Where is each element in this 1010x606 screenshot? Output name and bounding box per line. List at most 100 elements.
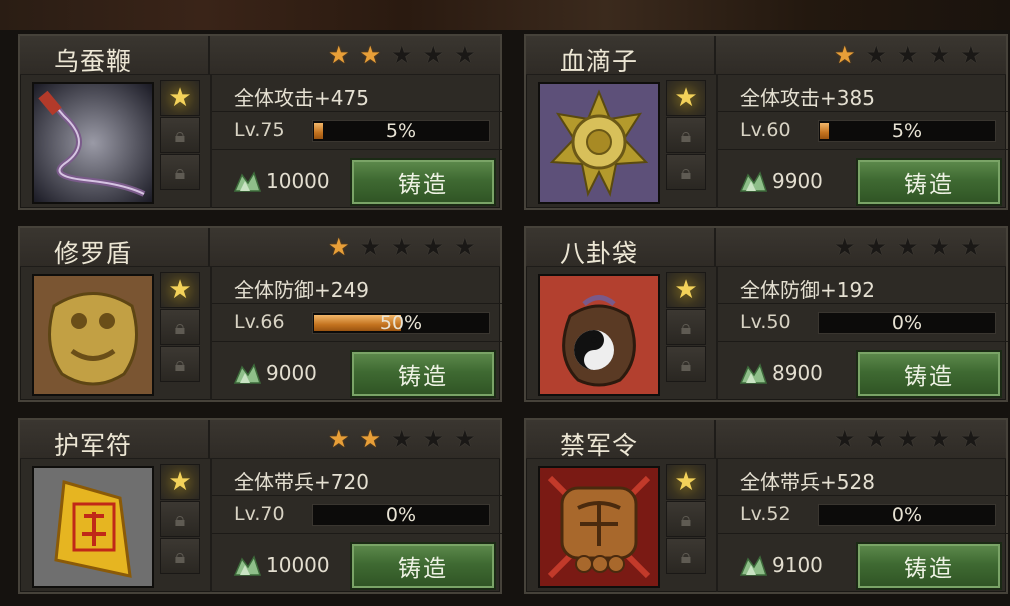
star-rating: ★ ★ ★ ★ ★ xyxy=(328,43,476,67)
progress-text: 50% xyxy=(379,312,423,334)
item-level: Lv.50 xyxy=(740,311,791,333)
lock-icon[interactable]: 🔒︎ xyxy=(160,346,200,382)
progress-bar: 0% xyxy=(818,504,996,526)
forge-cost: 10000 xyxy=(266,169,330,193)
star-icon: ★ xyxy=(960,41,982,69)
star-icon: ★ xyxy=(359,425,382,453)
star-icon: ★ xyxy=(454,425,476,453)
item-card: 修罗盾 ★ ★ ★ ★ ★ ★ 🔒︎ 🔒︎ 全体防御+249 Lv.66 50% xyxy=(18,226,502,402)
item-card: 护军符 ★ ★ ★ ★ ★ ★ 🔒︎ 🔒︎ 全体带兵+720 Lv.70 0% xyxy=(18,418,502,594)
item-info: 全体带兵+720 Lv.70 0% 10000 铸造 xyxy=(210,458,502,592)
star-icon: ★ xyxy=(897,233,919,261)
star-icon: ★ xyxy=(865,233,888,261)
gem-icon[interactable]: ★ xyxy=(160,80,200,116)
item-stat: 全体攻击+385 xyxy=(740,86,875,110)
gem-slots: ★ 🔒︎ 🔒︎ xyxy=(666,272,708,383)
forge-button[interactable]: 铸造 xyxy=(350,158,496,206)
lock-icon[interactable]: 🔒︎ xyxy=(160,154,200,190)
star-rating: ★ ★ ★ ★ ★ xyxy=(328,235,476,259)
star-icon: ★ xyxy=(960,233,982,261)
lock-icon[interactable]: 🔒︎ xyxy=(666,501,706,537)
item-stat: 全体带兵+720 xyxy=(234,470,369,494)
lock-icon[interactable]: 🔒︎ xyxy=(666,154,706,190)
star-icon: ★ xyxy=(454,41,476,69)
divider xyxy=(714,36,716,74)
divider xyxy=(718,495,1008,496)
star-rating: ★ ★ ★ ★ ★ xyxy=(834,427,982,451)
forge-button[interactable]: 铸造 xyxy=(350,350,496,398)
forge-cost: 9900 xyxy=(772,169,823,193)
star-icon: ★ xyxy=(391,41,413,69)
star-icon: ★ xyxy=(865,41,888,69)
item-image xyxy=(538,82,660,204)
item-level: Lv.66 xyxy=(234,311,285,333)
star-icon: ★ xyxy=(897,41,919,69)
forge-button[interactable]: 铸造 xyxy=(856,158,1002,206)
forge-cost: 9100 xyxy=(772,553,823,577)
lock-icon[interactable]: 🔒︎ xyxy=(666,117,706,153)
star-icon: ★ xyxy=(328,425,350,453)
lock-icon[interactable]: 🔒︎ xyxy=(160,538,200,574)
star-icon: ★ xyxy=(391,233,413,261)
item-card: 禁军令 ★ ★ ★ ★ ★ ★ 🔒︎ 🔒︎ 全体带兵+528 Lv.52 0% … xyxy=(524,418,1008,594)
star-rating: ★ ★ ★ ★ ★ xyxy=(834,235,982,259)
divider xyxy=(212,533,502,534)
item-stat: 全体防御+192 xyxy=(740,278,875,302)
gem-icon[interactable]: ★ xyxy=(666,464,706,500)
lock-icon[interactable]: 🔒︎ xyxy=(160,501,200,537)
divider xyxy=(208,420,210,458)
divider xyxy=(212,111,502,112)
star-icon: ★ xyxy=(359,233,382,261)
progress-bar: 5% xyxy=(312,120,490,142)
star-icon: ★ xyxy=(359,41,382,69)
item-stat: 全体防御+249 xyxy=(234,278,369,302)
forge-cost: 10000 xyxy=(266,553,330,577)
progress-text: 0% xyxy=(891,312,923,334)
progress-bar: 0% xyxy=(818,312,996,334)
lock-icon[interactable]: 🔒︎ xyxy=(160,117,200,153)
star-icon: ★ xyxy=(928,425,951,453)
item-level: Lv.70 xyxy=(234,503,285,525)
forge-cost: 9000 xyxy=(266,361,317,385)
forge-cost: 8900 xyxy=(772,361,823,385)
star-icon: ★ xyxy=(834,41,856,69)
gem-icon[interactable]: ★ xyxy=(666,80,706,116)
divider xyxy=(718,533,1008,534)
forge-button[interactable]: 铸造 xyxy=(350,542,496,590)
item-info: 全体攻击+385 Lv.60 5% 9900 铸造 xyxy=(716,74,1008,208)
gem-slots: ★ 🔒︎ 🔒︎ xyxy=(160,464,202,575)
star-icon: ★ xyxy=(897,425,919,453)
star-icon: ★ xyxy=(834,233,856,261)
progress-text: 5% xyxy=(385,120,417,142)
divider xyxy=(212,341,502,342)
star-icon: ★ xyxy=(960,425,982,453)
item-name: 八卦袋 xyxy=(560,239,639,268)
item-info: 全体防御+249 Lv.66 50% 9000 铸造 xyxy=(210,266,502,400)
divider xyxy=(212,149,502,150)
divider xyxy=(212,303,502,304)
star-icon: ★ xyxy=(834,425,856,453)
lock-icon[interactable]: 🔒︎ xyxy=(666,538,706,574)
star-icon: ★ xyxy=(928,233,951,261)
lock-icon[interactable]: 🔒︎ xyxy=(160,309,200,345)
gem-icon[interactable]: ★ xyxy=(666,272,706,308)
lock-icon[interactable]: 🔒︎ xyxy=(666,346,706,382)
divider xyxy=(714,228,716,266)
star-icon: ★ xyxy=(328,41,350,69)
item-name: 禁军令 xyxy=(560,431,639,460)
divider xyxy=(208,36,210,74)
item-name: 护军符 xyxy=(54,431,133,460)
item-name: 乌蚕鞭 xyxy=(54,47,133,76)
forge-button[interactable]: 铸造 xyxy=(856,350,1002,398)
divider xyxy=(212,495,502,496)
forge-button[interactable]: 铸造 xyxy=(856,542,1002,590)
item-level: Lv.75 xyxy=(234,119,285,141)
item-info: 全体防御+192 Lv.50 0% 8900 铸造 xyxy=(716,266,1008,400)
item-image xyxy=(32,466,154,588)
lock-icon[interactable]: 🔒︎ xyxy=(666,309,706,345)
star-icon: ★ xyxy=(454,233,476,261)
gem-icon[interactable]: ★ xyxy=(160,464,200,500)
star-icon: ★ xyxy=(928,41,951,69)
gem-icon[interactable]: ★ xyxy=(160,272,200,308)
silver-ingot-icon xyxy=(739,363,768,384)
